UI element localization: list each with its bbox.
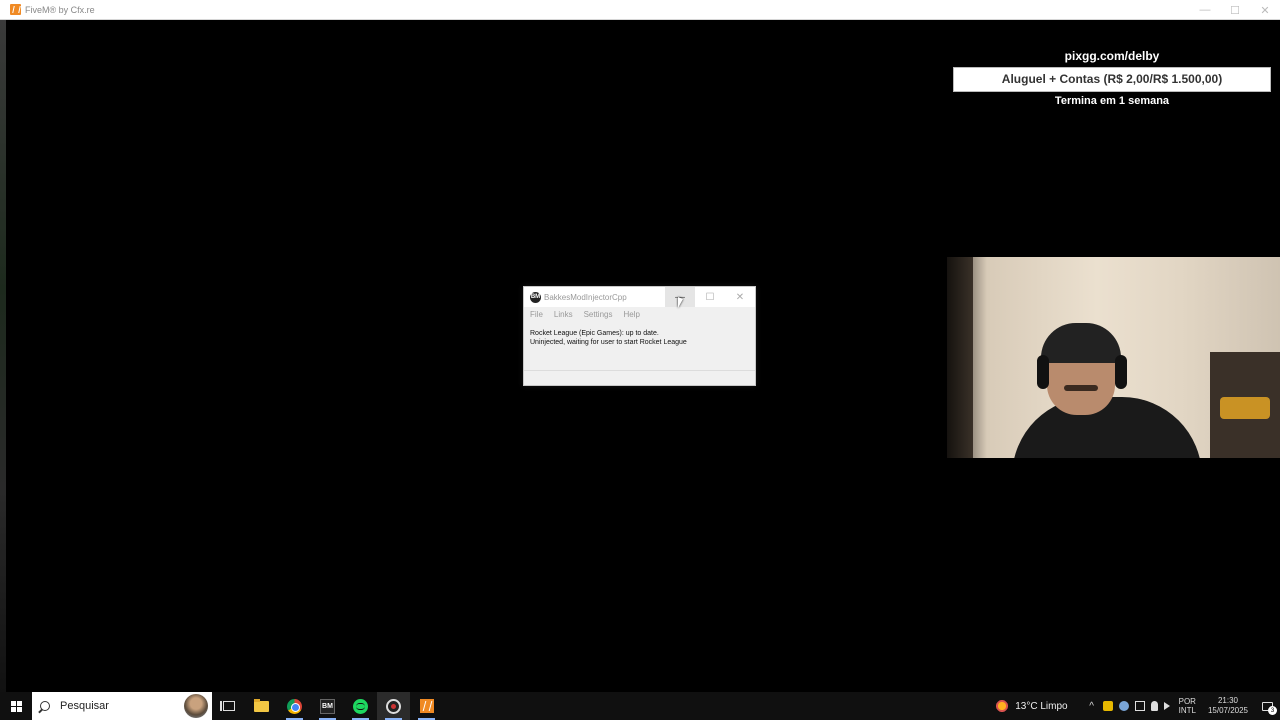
bakkes-status-bar	[524, 370, 755, 385]
chrome-icon	[287, 698, 302, 714]
bakkes-status: Rocket League (Epic Games): up to date. …	[524, 321, 755, 347]
taskbar-bakkesmod[interactable]: BM	[311, 692, 344, 720]
task-view-icon	[219, 701, 235, 711]
fivem-close-button[interactable]: ✕	[1250, 0, 1280, 20]
taskbar-search-box[interactable]: Pesquisar	[32, 692, 212, 720]
taskbar-chrome[interactable]	[278, 692, 311, 720]
taskbar-task-view[interactable]	[212, 692, 245, 720]
search-icon	[40, 701, 50, 711]
search-placeholder: Pesquisar	[60, 700, 109, 712]
taskbar: Pesquisar BM 13°C Limpo ^ POR INTL 21:30…	[0, 692, 1280, 720]
webcam-feed	[947, 257, 1280, 458]
taskbar-clock[interactable]: 21:30 15/07/2025	[1208, 696, 1248, 716]
weather-text: 13°C Limpo	[1015, 700, 1068, 712]
overlay-goal-bar: Aluguel + Contas (R$ 2,00/R$ 1.500,00)	[953, 67, 1271, 92]
weather-icon	[995, 699, 1010, 713]
desktop-screen: FiveM® by Cfx.re — ☐ ✕ pixgg.com/delby A…	[0, 0, 1280, 720]
bakkes-title-bar[interactable]: BM BakkesModInjectorCpp — ☐ ✕	[524, 287, 755, 307]
start-button[interactable]	[0, 692, 32, 720]
fivem-logo-icon	[10, 4, 21, 15]
fivem-title-bar[interactable]: FiveM® by Cfx.re — ☐ ✕	[0, 0, 1280, 20]
fivem-window-title: FiveM® by Cfx.re	[25, 4, 95, 15]
spotify-icon	[353, 698, 368, 714]
cloud-icon[interactable]	[1118, 701, 1129, 711]
fivem-maximize-button[interactable]: ☐	[1220, 0, 1250, 20]
taskbar-fivem[interactable]	[410, 692, 443, 720]
volume-icon[interactable]	[1163, 702, 1170, 710]
bakkes-close-button[interactable]: ✕	[725, 287, 755, 307]
webcam-curtain	[947, 257, 973, 458]
overlay-url: pixgg.com/delby	[1064, 49, 1160, 63]
taskbar-file-explorer[interactable]	[245, 692, 278, 720]
bakkesmod-taskbar-icon: BM	[320, 698, 335, 714]
fivem-minimize-button[interactable]: —	[1190, 0, 1220, 20]
language-code: POR	[1178, 697, 1196, 706]
language-layout: INTL	[1178, 706, 1196, 715]
clock-date: 15/07/2025	[1207, 706, 1248, 715]
headset-left-icon	[1037, 355, 1049, 389]
search-highlight-icon[interactable]	[184, 694, 208, 718]
weather-widget[interactable]: 13°C Limpo	[995, 699, 1068, 713]
overlay-goal-ends: Termina em 1 semana	[1054, 95, 1170, 107]
menu-item-help[interactable]: Help	[623, 310, 639, 319]
network-icon[interactable]	[1134, 701, 1145, 711]
windows-logo-icon	[10, 700, 22, 712]
menu-item-links[interactable]: Links	[554, 310, 573, 319]
bakkesmod-icon: BM	[530, 291, 541, 303]
tray-overflow-chevron-icon[interactable]: ^	[1084, 701, 1100, 712]
menu-item-file[interactable]: File	[530, 310, 543, 319]
webcam-person-body	[1012, 397, 1202, 458]
notification-center-button[interactable]: 3	[1254, 692, 1280, 720]
clock-time: 21:30	[1217, 696, 1238, 705]
taskbar-obs[interactable]	[377, 692, 410, 720]
headset-right-icon	[1115, 355, 1127, 389]
status-line-injection: Uninjected, waiting for user to start Ro…	[530, 339, 687, 346]
webcam-shoes	[1220, 397, 1270, 419]
bakkes-maximize-button[interactable]: ☐	[695, 287, 725, 307]
donation-overlay: pixgg.com/delby Aluguel + Contas (R$ 2,0…	[953, 48, 1271, 107]
folder-icon	[254, 698, 269, 712]
tray-app-icon[interactable]	[1102, 701, 1113, 711]
mouse-cursor-icon	[678, 297, 683, 308]
fivem-window-controls: — ☐ ✕	[1190, 0, 1280, 20]
webcam-person-cap	[1041, 323, 1121, 363]
menu-item-settings[interactable]: Settings	[584, 310, 613, 319]
microphone-icon[interactable]	[1150, 701, 1158, 711]
webcam-person-mustache	[1064, 385, 1098, 391]
notification-count-badge: 3	[1268, 706, 1277, 715]
desktop-edge	[0, 20, 6, 692]
obs-icon	[386, 698, 401, 714]
system-tray: 13°C Limpo ^ POR INTL 21:30 15/07/2025 3	[995, 692, 1280, 720]
bakkes-injector-window[interactable]: BM BakkesModInjectorCpp — ☐ ✕ File Links…	[523, 286, 756, 386]
bakkes-menu-bar: File Links Settings Help	[524, 307, 755, 321]
input-language[interactable]: POR INTL	[1179, 697, 1196, 715]
fivem-icon	[419, 699, 434, 713]
bakkes-window-title: BakkesModInjectorCpp	[544, 292, 627, 302]
status-line-version: Rocket League (Epic Games): up to date.	[530, 330, 659, 337]
taskbar-spotify[interactable]	[344, 692, 377, 720]
